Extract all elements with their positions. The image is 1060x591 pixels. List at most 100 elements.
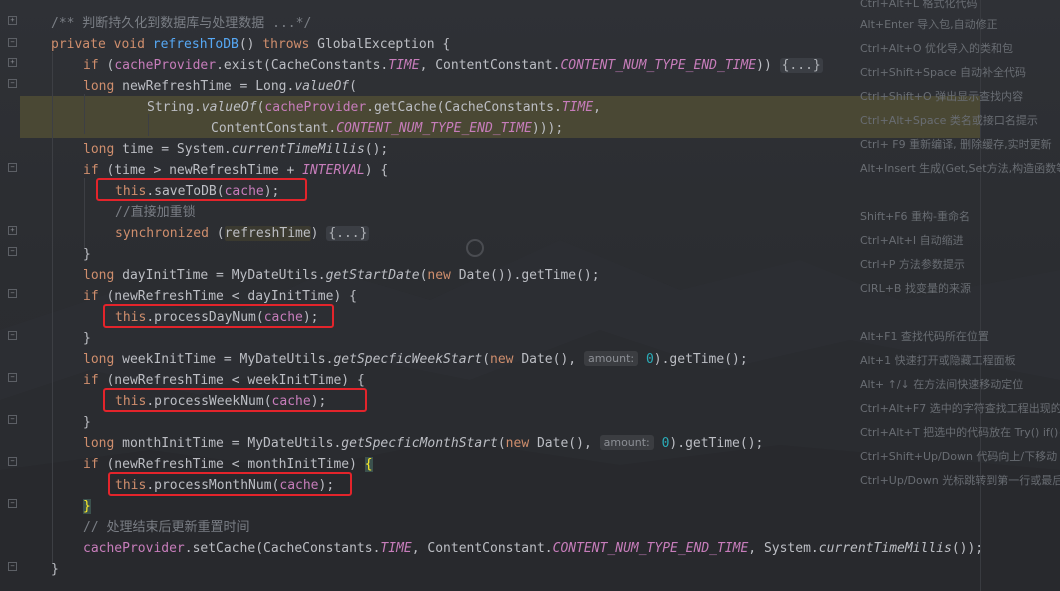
shortcut-item: Alt+Enter 导入包,自动修正 — [860, 18, 998, 31]
shortcut-item: Ctrl+Shift+O 弹出显示查找内容 — [860, 90, 1024, 103]
fold-marker-icon[interactable]: + — [8, 226, 17, 235]
shortcut-item: CIRL+B 找变量的来源 — [860, 282, 971, 295]
code-token: )) — [756, 58, 780, 73]
code-line[interactable]: } — [83, 412, 91, 433]
code-line[interactable]: String.valueOf(cacheProvider.getCache(Ca… — [147, 97, 601, 118]
code-token: , ContentConstant. — [411, 541, 553, 556]
fold-marker-icon[interactable]: + — [8, 58, 17, 67]
code-line[interactable]: long newRefreshTime = Long.valueOf( — [83, 76, 357, 97]
shortcut-item: Ctrl+Alt+Space 类名或接口名提示 — [860, 114, 1038, 127]
code-token: ).getTime(); — [653, 352, 748, 367]
code-line[interactable]: /** 判断持久化到数据库与处理数据 ...*/ — [51, 13, 311, 34]
fold-marker-icon[interactable]: − — [8, 373, 17, 382]
code-token: ( — [349, 79, 357, 94]
code-token: if — [83, 163, 107, 178]
code-token: dayInitTime = MyDateUtils. — [122, 268, 326, 283]
code-token: () — [238, 37, 263, 52]
code-token: private void — [51, 37, 153, 52]
fold-marker-icon[interactable]: − — [8, 562, 17, 571]
shortcut-cheatsheet: Ctrl+Alt+L 格式化代码 Alt+Enter 导入包,自动修正 Ctrl+A… — [858, 0, 1060, 591]
code-token: // 处理结束后更新重置时间 — [83, 520, 250, 535]
folded-region[interactable]: {...} — [779, 58, 823, 73]
fold-marker-icon[interactable]: − — [8, 38, 17, 47]
code-token: CONTENT_NUM_TYPE_END_TIME — [336, 121, 532, 136]
shortcut-item: Ctrl+Shift+Up/Down 代码向上/下移动 — [860, 450, 1058, 463]
code-token: GlobalException { — [317, 37, 451, 52]
code-line[interactable]: long monthInitTime = MyDateUtils.getSpec… — [83, 433, 763, 454]
code-token: new — [490, 352, 522, 367]
code-token: synchronized — [115, 226, 217, 241]
fold-marker-icon[interactable]: − — [8, 415, 17, 424]
fold-marker-icon[interactable]: − — [8, 457, 17, 466]
code-line[interactable]: } — [83, 328, 91, 349]
code-token: long — [83, 79, 123, 94]
code-line[interactable]: } — [83, 244, 91, 265]
code-line[interactable]: } — [83, 496, 91, 517]
code-token: newRefreshTime = Long. — [122, 79, 295, 94]
code-line[interactable]: long time = System.currentTimeMillis(); — [83, 139, 388, 160]
fold-marker-icon[interactable]: − — [8, 247, 17, 256]
code-token: { — [364, 457, 373, 472]
code-line[interactable]: private void refreshToDB() throws Global… — [51, 34, 450, 55]
code-token: //直接加重锁 — [115, 205, 196, 220]
code-token: , ContentConstant. — [419, 58, 561, 73]
code-line[interactable]: long dayInitTime = MyDateUtils.getStartD… — [83, 265, 600, 286]
code-token: , — [593, 100, 601, 115]
code-token: , System. — [748, 541, 819, 556]
code-token: new — [505, 436, 537, 451]
code-token: Date(), — [536, 436, 600, 451]
code-token: INTERVAL — [302, 163, 365, 178]
code-token: CONTENT_NUM_TYPE_END_TIME — [552, 541, 749, 556]
code-line[interactable]: if (cacheProvider.exist(CacheConstants.T… — [83, 55, 823, 76]
code-token: cacheProvider — [83, 541, 185, 556]
code-token: } — [83, 331, 91, 346]
code-token: valueOf — [294, 79, 350, 94]
shortcut-item: Ctrl+Shift+Space 自动补全代码 — [860, 66, 1027, 79]
indent-guide — [52, 52, 53, 564]
fold-marker-icon[interactable]: − — [8, 289, 17, 298]
code-token: ) { — [364, 163, 389, 178]
code-token: getSpecficMonthStart — [341, 436, 498, 451]
code-token: long — [83, 352, 123, 367]
shortcut-item: Ctrl+Alt+F7 选中的字符查找工程出现的地方 — [860, 402, 1060, 415]
code-token: time = System. — [122, 142, 232, 157]
code-token: getStartDate — [325, 268, 420, 283]
code-token: monthInitTime = MyDateUtils. — [122, 436, 342, 451]
code-token: (time > newRefreshTime + — [106, 163, 303, 178]
fold-marker-icon[interactable]: + — [8, 16, 17, 25]
annotation-box-processweeknum — [103, 388, 367, 412]
code-line[interactable]: long weekInitTime = MyDateUtils.getSpecf… — [83, 349, 748, 370]
code-token: ( — [482, 352, 491, 367]
code-token: (newRefreshTime < dayInitTime) { — [106, 289, 357, 304]
code-token: Date(), — [521, 352, 584, 367]
shortcut-item: Alt+Insert 生成(Get,Set方法,构造函数等) — [860, 162, 1060, 175]
code-token: ).getTime(); — [669, 436, 764, 451]
code-line[interactable]: } — [51, 559, 59, 580]
fold-marker-icon[interactable]: − — [8, 79, 17, 88]
shortcut-item: Ctrl+Alt+T 把选中的代码放在 Try() if(){} else{} … — [860, 426, 1060, 439]
annotation-box-savetodb — [96, 178, 307, 201]
code-token: } — [51, 562, 59, 577]
folded-region[interactable]: {...} — [326, 226, 370, 241]
shortcut-item: Alt+ ↑/↓ 在方法间快速移动定位 — [860, 378, 1024, 391]
fold-marker-icon[interactable]: − — [8, 163, 17, 172]
shortcut-item: Ctrl+Alt+L 格式化代码 — [860, 0, 978, 10]
code-token: CONTENT_NUM_TYPE_END_TIME — [560, 58, 757, 73]
code-token: cacheProvider — [264, 100, 367, 115]
code-editor[interactable]: + − + − − + − − − − − − − − /** 判断持久化到数据… — [0, 0, 1060, 591]
code-token: ContentConstant. — [211, 121, 337, 136]
code-token: (newRefreshTime < weekInitTime) { — [106, 373, 365, 388]
indent-guide — [84, 94, 85, 134]
indent-guide — [84, 178, 85, 248]
code-token: (newRefreshTime < monthInitTime) — [106, 457, 365, 472]
fold-marker-icon[interactable]: − — [8, 499, 17, 508]
code-line[interactable]: cacheProvider.setCache(CacheConstants.TI… — [83, 538, 983, 559]
code-line[interactable]: //直接加重锁 — [115, 202, 196, 223]
code-token: ( — [497, 436, 506, 451]
code-token: Date()).getTime(); — [458, 268, 600, 283]
fold-marker-icon[interactable]: − — [8, 331, 17, 340]
code-line[interactable]: synchronized (refreshTime) {...} — [115, 223, 370, 244]
code-line[interactable]: ContentConstant.CONTENT_NUM_TYPE_END_TIM… — [211, 118, 563, 139]
code-line[interactable]: // 处理结束后更新重置时间 — [83, 517, 249, 538]
